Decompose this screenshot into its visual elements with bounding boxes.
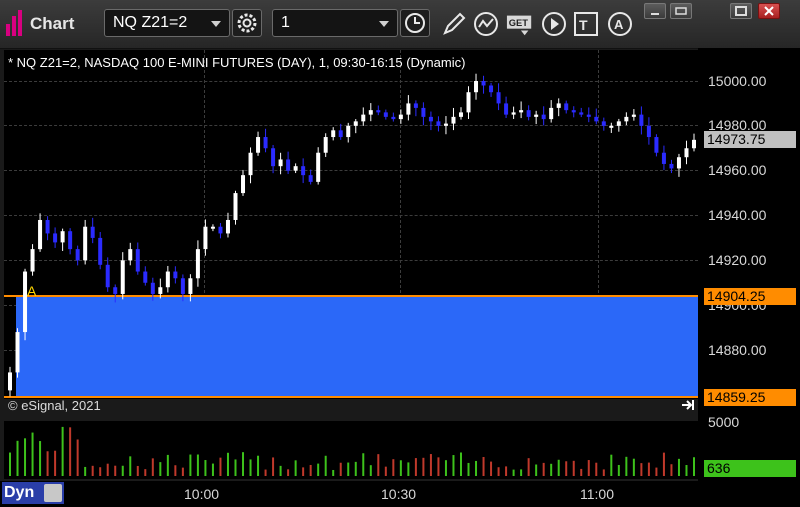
volume-bar [294, 460, 297, 476]
volume-bar [685, 465, 688, 476]
volume-bar [99, 467, 102, 476]
volume-bar [595, 462, 598, 476]
volume-bar [475, 460, 478, 476]
volume-bar [91, 465, 94, 476]
volume-bar [61, 426, 64, 476]
volume-bar [339, 462, 342, 476]
volume-bar [332, 469, 335, 476]
dynamic-mode-label: Dyn [4, 484, 35, 501]
volume-bar [610, 454, 613, 476]
volume-bar [535, 464, 538, 476]
volume-bar [452, 455, 455, 476]
link-icon[interactable] [44, 484, 62, 502]
volume-bar [550, 463, 553, 476]
volume-bar [617, 464, 620, 476]
volume-bar [84, 466, 87, 476]
volume-bar [362, 453, 365, 476]
volume-bar [399, 460, 402, 476]
volume-bar [211, 463, 214, 476]
x-tick-label: 10:30 [381, 486, 417, 502]
volume-bar [257, 455, 260, 476]
volume-bar [204, 460, 207, 476]
volume-bar [31, 432, 34, 476]
volume-bar [632, 458, 635, 476]
volume-bar [444, 460, 447, 476]
volume-bar [242, 452, 245, 476]
volume-bar [324, 455, 327, 476]
volume-bar [46, 451, 49, 476]
volume-bar [647, 462, 650, 476]
volume-bar [520, 469, 523, 476]
volume-bar [384, 466, 387, 476]
volume-bar [640, 463, 643, 476]
volume-bars [9, 426, 695, 476]
volume-bar [129, 456, 132, 476]
volume-bar [69, 427, 72, 476]
volume-bar [422, 457, 425, 476]
volume-bar [602, 469, 605, 476]
volume-bar [39, 441, 42, 476]
volume-bar [114, 465, 117, 476]
volume-bar [580, 468, 583, 476]
volume-bar [497, 467, 500, 476]
volume-bar [392, 459, 395, 476]
volume-bar [625, 456, 628, 476]
volume-bar [572, 460, 575, 476]
volume-bar [106, 463, 109, 476]
volume-bar [181, 467, 184, 476]
volume-bar [662, 452, 665, 476]
volume-bar [174, 465, 177, 476]
volume-bar [670, 464, 673, 476]
volume-bar [557, 459, 560, 476]
volume-bar [16, 440, 19, 476]
volume-bar [317, 463, 320, 476]
volume-bar [414, 458, 417, 476]
volume-bar [54, 450, 57, 476]
volume-bar [264, 469, 267, 476]
volume-bar [159, 462, 162, 476]
volume-bar [482, 457, 485, 476]
volume-bar [226, 452, 229, 476]
volume-bar [219, 457, 222, 476]
volume-bar [512, 469, 515, 476]
x-tick-label: 11:00 [580, 486, 614, 502]
volume-bar [407, 462, 410, 476]
volume-bar [347, 462, 350, 476]
volume-bar [144, 469, 147, 476]
volume-bar [677, 458, 680, 476]
volume-bar [287, 469, 290, 476]
volume-bar [437, 457, 440, 476]
volume-bar [234, 459, 237, 476]
volume-bar [459, 452, 462, 476]
volume-bar [196, 454, 199, 476]
volume-bar [272, 457, 275, 476]
volume-bar [76, 439, 79, 476]
volume-bar [121, 465, 124, 476]
volume-bar [302, 467, 305, 476]
volume-bar [429, 454, 432, 476]
volume-bar [9, 452, 11, 476]
volume-bar [587, 460, 590, 476]
volume-bar [151, 458, 154, 476]
volume-bar [565, 461, 568, 476]
volume-bar [490, 461, 493, 476]
volume-bar [377, 454, 380, 476]
volume-bar [467, 462, 470, 476]
volume-bar [309, 464, 312, 476]
volume-bar [249, 459, 252, 476]
volume-bar [693, 457, 695, 476]
volume-bar [189, 454, 192, 476]
volume-bar [505, 466, 508, 476]
volume-bar [136, 465, 139, 476]
volume-bar [542, 462, 545, 476]
volume-bar [24, 438, 27, 476]
x-tick-label: 10:00 [184, 486, 220, 502]
volume-bar [279, 465, 282, 476]
volume-bar [655, 467, 658, 476]
volume-bar [166, 454, 169, 476]
volume-bar [527, 458, 530, 476]
volume-bar [369, 465, 372, 476]
volume-bar [354, 461, 357, 476]
